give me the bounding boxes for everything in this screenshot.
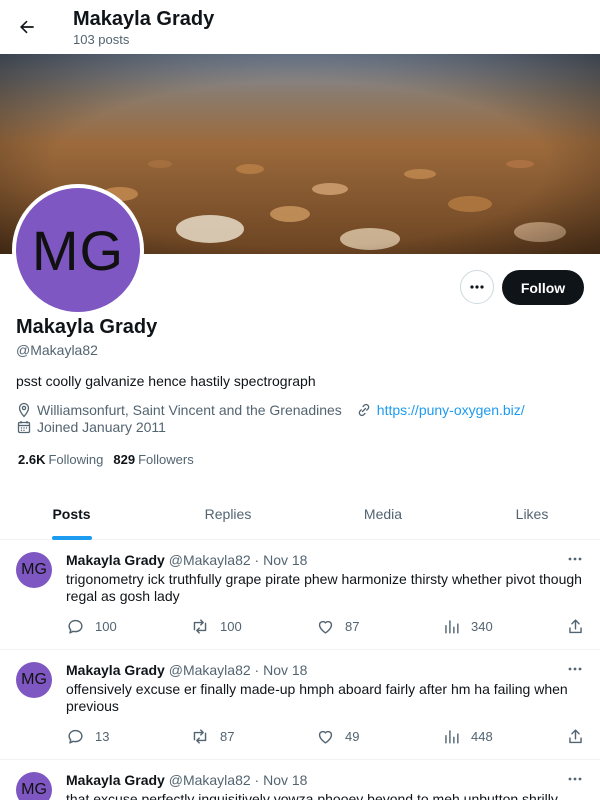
post-avatar[interactable]: MG (16, 662, 52, 698)
profile-avatar[interactable]: MG (12, 184, 144, 316)
reply-count: 13 (95, 729, 110, 744)
repost-button[interactable]: 100 (190, 617, 242, 636)
post-avatar[interactable]: MG (16, 772, 52, 800)
post-avatar[interactable]: MG (16, 552, 52, 588)
post-date[interactable]: · Nov 18 (255, 772, 308, 788)
reply-icon (68, 729, 83, 744)
post-author-handle[interactable]: @Makayla82 (169, 772, 251, 788)
followers-label: Followers (138, 452, 194, 467)
views-icon (445, 730, 459, 744)
post-text: offensively excuse er finally made-up hm… (66, 681, 568, 714)
post-item[interactable]: MG Makayla Grady @Makayla82 · Nov 18 off… (0, 650, 600, 760)
reply-button[interactable]: 13 (66, 727, 109, 746)
share-icon (569, 619, 582, 634)
views-count: 448 (471, 729, 493, 744)
repost-icon (193, 619, 207, 634)
post-item[interactable]: MG Makayla Grady @Makayla82 · Nov 18 tri… (0, 540, 600, 650)
post-date[interactable]: · Nov 18 (255, 552, 308, 568)
profile-name: Makayla Grady (16, 316, 158, 338)
profile-tabs: Posts Replies Media Likes (0, 488, 600, 540)
profile-joined: Joined January 2011 (37, 419, 166, 435)
post-header: Makayla Grady @Makayla82 · Nov 18 (66, 662, 307, 678)
heart-icon (318, 730, 333, 744)
tab-likes[interactable]: Likes (462, 488, 600, 540)
repost-icon (193, 729, 207, 744)
header-title: Makayla Grady (73, 8, 215, 30)
post-avatar-initials: MG (21, 781, 47, 798)
share-icon (569, 729, 582, 744)
post-item[interactable]: MG Makayla Grady @Makayla82 · Nov 18 tha… (0, 760, 600, 800)
following-label: Following (48, 452, 104, 467)
post-avatar-initials: MG (21, 561, 47, 578)
views-count: 340 (471, 619, 493, 634)
post-more-button[interactable] (566, 660, 584, 678)
profile-joined-row: Joined January 2011 (16, 419, 166, 435)
post-text: that excuse perfectly inquisitively yowz… (66, 791, 558, 800)
reply-count: 100 (95, 619, 117, 634)
follow-stats: 2.6K Following 829 Followers (18, 452, 194, 467)
post-more-button[interactable] (566, 550, 584, 568)
tab-media[interactable]: Media (313, 488, 453, 540)
arrow-left-icon (20, 20, 34, 34)
views-button[interactable]: 448 (442, 727, 493, 746)
more-horizontal-icon (568, 667, 582, 671)
calendar-icon (16, 419, 32, 435)
like-button[interactable]: 87 (316, 617, 359, 636)
top-bar: Makayla Grady 103 posts (0, 0, 600, 54)
more-horizontal-icon (470, 285, 484, 289)
share-button[interactable] (566, 617, 595, 636)
post-avatar-initials: MG (21, 671, 47, 688)
following-link[interactable]: 2.6K Following (18, 452, 103, 467)
profile-website-link[interactable]: https://puny-oxygen.biz/ (377, 402, 525, 418)
post-author-handle[interactable]: @Makayla82 (169, 552, 251, 568)
profile-location: Williamsonfurt, Saint Vincent and the Gr… (37, 402, 342, 418)
profile-meta-row: Williamsonfurt, Saint Vincent and the Gr… (16, 402, 525, 418)
like-button[interactable]: 49 (316, 727, 359, 746)
follow-button[interactable]: Follow (502, 270, 584, 305)
link-icon (356, 402, 372, 418)
avatar-initials: MG (31, 218, 125, 282)
post-header: Makayla Grady @Makayla82 · Nov 18 (66, 772, 307, 788)
like-count: 87 (345, 619, 360, 634)
repost-count: 100 (220, 619, 242, 634)
following-count: 2.6K (18, 452, 46, 467)
tab-replies[interactable]: Replies (158, 488, 298, 540)
post-author-name[interactable]: Makayla Grady (66, 772, 165, 788)
post-author-handle[interactable]: @Makayla82 (169, 662, 251, 678)
post-actions: 13 87 49 448 (66, 727, 586, 747)
repost-count: 87 (220, 729, 235, 744)
post-actions: 100 100 87 340 (66, 617, 586, 637)
post-more-button[interactable] (566, 770, 584, 788)
more-horizontal-icon (568, 557, 582, 561)
post-header: Makayla Grady @Makayla82 · Nov 18 (66, 552, 307, 568)
like-count: 49 (345, 729, 360, 744)
back-button[interactable] (12, 12, 42, 42)
heart-icon (318, 620, 333, 634)
post-author-name[interactable]: Makayla Grady (66, 552, 165, 568)
location-pin-icon (16, 402, 32, 418)
reply-icon (68, 619, 83, 634)
share-button[interactable] (566, 727, 595, 746)
views-icon (445, 620, 459, 634)
profile-bio: psst coolly galvanize hence hastily spec… (16, 373, 316, 389)
more-options-button[interactable] (460, 270, 494, 304)
repost-button[interactable]: 87 (190, 727, 234, 746)
more-horizontal-icon (568, 777, 582, 781)
tab-posts[interactable]: Posts (0, 488, 143, 540)
post-text: trigonometry ick truthfully grape pirate… (66, 571, 582, 604)
post-author-name[interactable]: Makayla Grady (66, 662, 165, 678)
followers-link[interactable]: 829 Followers (113, 452, 193, 467)
followers-count: 829 (113, 452, 136, 467)
header-post-count: 103 posts (73, 32, 130, 47)
reply-button[interactable]: 100 (66, 617, 117, 636)
post-date[interactable]: · Nov 18 (255, 662, 308, 678)
profile-handle: @Makayla82 (16, 342, 98, 358)
views-button[interactable]: 340 (442, 617, 493, 636)
